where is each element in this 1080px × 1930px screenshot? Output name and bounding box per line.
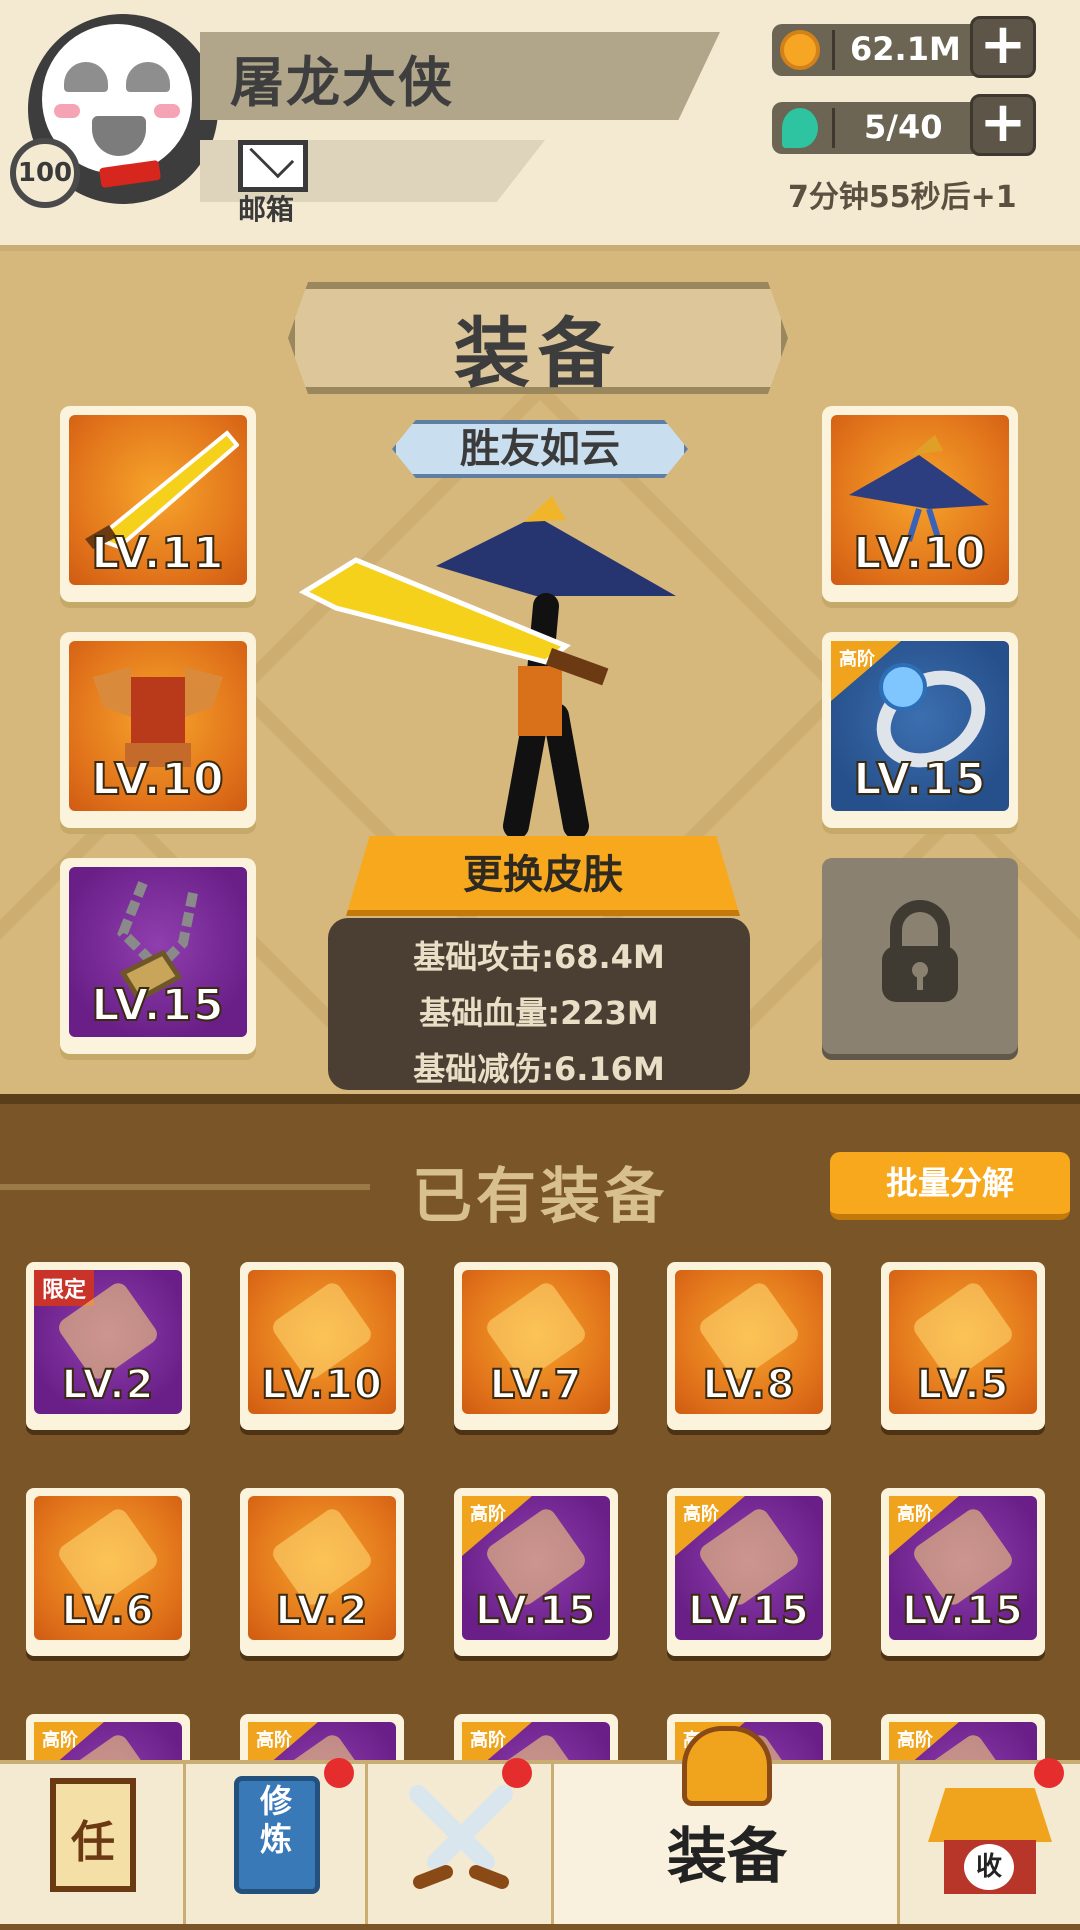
item-bg: 高阶 LV.15 [462, 1496, 610, 1640]
slot-bg: LV.10 [69, 641, 247, 811]
inventory-item[interactable]: LV.2 [240, 1488, 404, 1656]
ring-icon [876, 663, 986, 768]
slot-bg: LV.11 [69, 415, 247, 585]
divider [832, 108, 835, 148]
inventory-item[interactable]: LV.5 [881, 1262, 1045, 1430]
item-level: LV.8 [702, 1361, 796, 1409]
slot-bg: 高阶 LV.15 [831, 641, 1009, 811]
notification-dot [324, 1758, 354, 1788]
energy-value: 5/40 [864, 108, 943, 146]
inventory-item[interactable]: LV.10 [240, 1262, 404, 1430]
slot-bg: LV.15 [69, 867, 247, 1037]
item-level: LV.15 [474, 1587, 597, 1635]
avatar-eye-left [64, 62, 108, 92]
nav-battle[interactable] [368, 1758, 554, 1924]
notification-dot [502, 1758, 532, 1788]
change-skin-label[interactable]: 更换皮肤 [346, 842, 740, 900]
slot-level: LV.10 [90, 753, 225, 806]
equip-slot-necklace[interactable]: LV.15 [60, 858, 256, 1054]
item-bg: 限定 LV.2 [34, 1270, 182, 1414]
avatar-eye-right [126, 62, 170, 92]
stat-attack: 基础攻击:68.4M [413, 938, 665, 976]
shop-roof-icon [928, 1788, 1052, 1842]
item-level: LV.6 [61, 1587, 155, 1635]
item-level: LV.10 [260, 1361, 383, 1409]
crossed-swords-icon [409, 1785, 513, 1889]
inventory-item[interactable]: 高阶 LV.15 [881, 1488, 1045, 1656]
nav-task[interactable]: 任 [0, 1764, 186, 1924]
slot-level: LV.11 [90, 527, 225, 580]
item-level: LV.5 [916, 1361, 1010, 1409]
slot-bg: LV.10 [831, 415, 1009, 585]
level-badge: 100 [10, 138, 80, 208]
energy-gem-icon [782, 108, 818, 148]
helmet-icon [682, 1726, 772, 1806]
nav-task-label: 任 [71, 1817, 115, 1868]
nav-equipment[interactable]: 装备 [554, 1726, 900, 1924]
item-bg: LV.7 [462, 1270, 610, 1414]
player-name: 屠龙大侠 [230, 51, 454, 114]
item-tag: 限定 [34, 1270, 95, 1306]
item-level: LV.2 [275, 1587, 369, 1635]
divider [832, 30, 835, 70]
add-energy-button[interactable]: + [970, 94, 1036, 156]
add-gold-button[interactable]: + [970, 16, 1036, 78]
equip-slot-locked[interactable] [822, 858, 1018, 1054]
nav-collect[interactable]: 收 [900, 1758, 1080, 1924]
equip-slot-armor[interactable]: LV.10 [60, 632, 256, 828]
item-bg: LV.6 [34, 1496, 182, 1640]
notification-dot [1034, 1758, 1064, 1788]
slot-level: LV.10 [852, 527, 987, 580]
item-level: LV.15 [687, 1587, 810, 1635]
nav-collect-label: 收 [964, 1844, 1014, 1890]
avatar-blush-right [154, 104, 180, 118]
energy-timer: 7分钟55秒后+1 [788, 180, 1017, 215]
item-bg: LV.5 [889, 1270, 1037, 1414]
inventory-item[interactable]: 高阶 LV.15 [454, 1488, 618, 1656]
gold-coin-icon [780, 30, 820, 70]
slot-level: LV.15 [90, 979, 225, 1032]
gold-value: 62.1M [850, 30, 961, 68]
character-figure [298, 496, 676, 836]
bottom-nav: 任 修 炼 装备 收 [0, 1726, 1080, 1924]
avatar-blush-left [54, 104, 80, 118]
item-level: LV.15 [901, 1587, 1024, 1635]
avatar-mouth [92, 116, 146, 156]
inventory-item[interactable]: LV.6 [26, 1488, 190, 1656]
inventory-item[interactable]: LV.8 [667, 1262, 831, 1430]
item-bg: LV.2 [248, 1496, 396, 1640]
stat-reduction: 基础减伤:6.16M [413, 1050, 665, 1088]
item-level: LV.7 [489, 1361, 583, 1409]
equip-slot-ring[interactable]: 高阶 LV.15 [822, 632, 1018, 828]
avatar-scarf [98, 159, 162, 189]
mail-label[interactable]: 邮箱 [238, 188, 294, 228]
inventory-item[interactable]: 限定 LV.2 [26, 1262, 190, 1430]
lock-icon [882, 900, 958, 1002]
mail-icon[interactable] [238, 140, 308, 192]
item-bg: LV.8 [675, 1270, 823, 1414]
inventory-item[interactable]: LV.7 [454, 1262, 618, 1430]
item-level: LV.2 [61, 1361, 155, 1409]
slot-level: LV.15 [852, 753, 987, 806]
equip-slot-weapon[interactable]: LV.11 [60, 406, 256, 602]
nav-cultivate[interactable]: 修 炼 [186, 1758, 368, 1924]
bulk-decompose-button[interactable]: 批量分解 [830, 1152, 1070, 1220]
item-bg: LV.10 [248, 1270, 396, 1414]
item-bg: 高阶 LV.15 [889, 1496, 1037, 1640]
item-bg: 高阶 LV.15 [675, 1496, 823, 1640]
inventory-item[interactable]: 高阶 LV.15 [667, 1488, 831, 1656]
stat-hp: 基础血量:223M [419, 994, 659, 1032]
nav-cultivate-label: 修 炼 [259, 1782, 292, 1858]
stats-panel: 基础攻击:68.4M 基础血量:223M 基础减伤:6.16M [328, 918, 750, 1090]
straw-hat-icon [849, 435, 989, 542]
page-title: 装备 [454, 309, 622, 398]
equip-slot-hat[interactable]: LV.10 [822, 406, 1018, 602]
skin-name: 胜友如云 [460, 426, 620, 472]
nav-equipment-label: 装备 [667, 1822, 787, 1892]
